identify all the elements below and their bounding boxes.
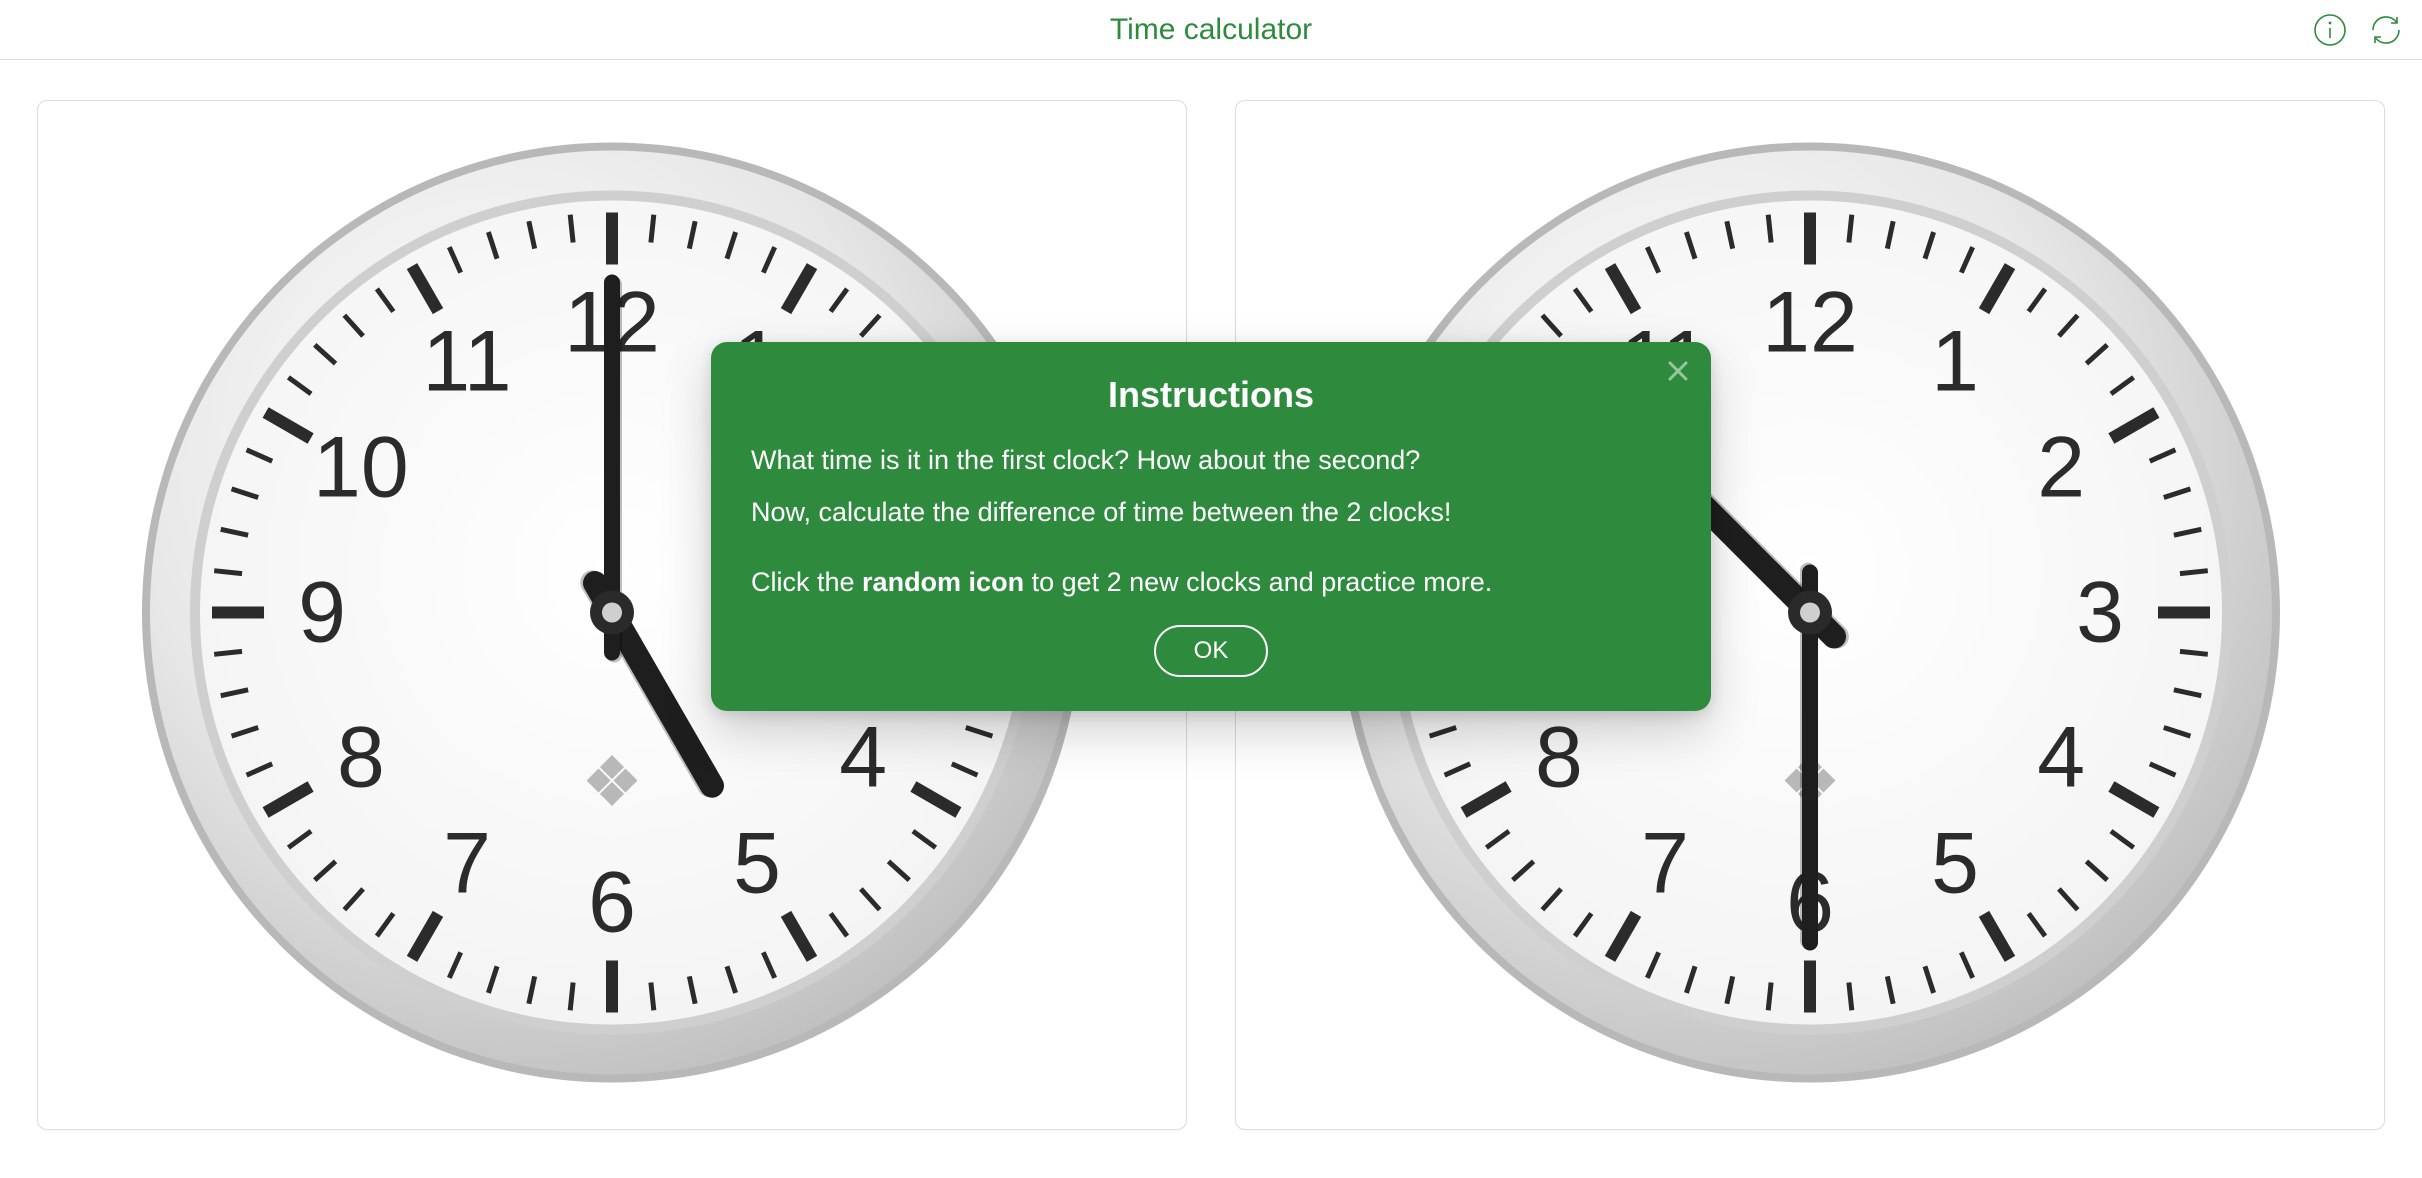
svg-text:4: 4 [839, 710, 887, 806]
close-icon[interactable] [1663, 356, 1693, 386]
svg-text:10: 10 [313, 420, 409, 516]
dialog-title: Instructions [751, 374, 1671, 416]
dialog-line-3-pre: Click the [751, 567, 862, 597]
svg-text:8: 8 [1535, 710, 1583, 806]
random-icon[interactable] [2366, 10, 2406, 50]
svg-text:9: 9 [298, 565, 346, 661]
info-icon[interactable] [2310, 10, 2350, 50]
dialog-line-3-post: to get 2 new clocks and practice more. [1024, 567, 1492, 597]
ok-button[interactable]: OK [1154, 625, 1269, 677]
dialog-line-3: Click the random icon to get 2 new clock… [751, 564, 1671, 602]
dialog-line-2: Now, calculate the difference of time be… [751, 494, 1671, 532]
svg-text:11: 11 [422, 313, 511, 409]
svg-text:8: 8 [337, 710, 385, 806]
svg-text:2: 2 [2037, 420, 2085, 516]
svg-text:5: 5 [733, 816, 781, 912]
dialog-line-1: What time is it in the first clock? How … [751, 442, 1671, 480]
svg-text:7: 7 [443, 816, 491, 912]
svg-text:1: 1 [1931, 313, 1979, 409]
instructions-dialog: Instructions What time is it in the firs… [711, 342, 1711, 711]
header-icons [2310, 10, 2406, 50]
svg-text:5: 5 [1931, 816, 1979, 912]
svg-text:7: 7 [1641, 816, 1689, 912]
page-title: Time calculator [1110, 13, 1312, 47]
svg-text:12: 12 [1762, 275, 1858, 371]
svg-text:4: 4 [2037, 710, 2085, 806]
svg-text:3: 3 [2076, 565, 2124, 661]
svg-text:6: 6 [588, 855, 636, 951]
header-bar: Time calculator [0, 0, 2422, 60]
dialog-line-3-bold: random icon [862, 567, 1024, 597]
